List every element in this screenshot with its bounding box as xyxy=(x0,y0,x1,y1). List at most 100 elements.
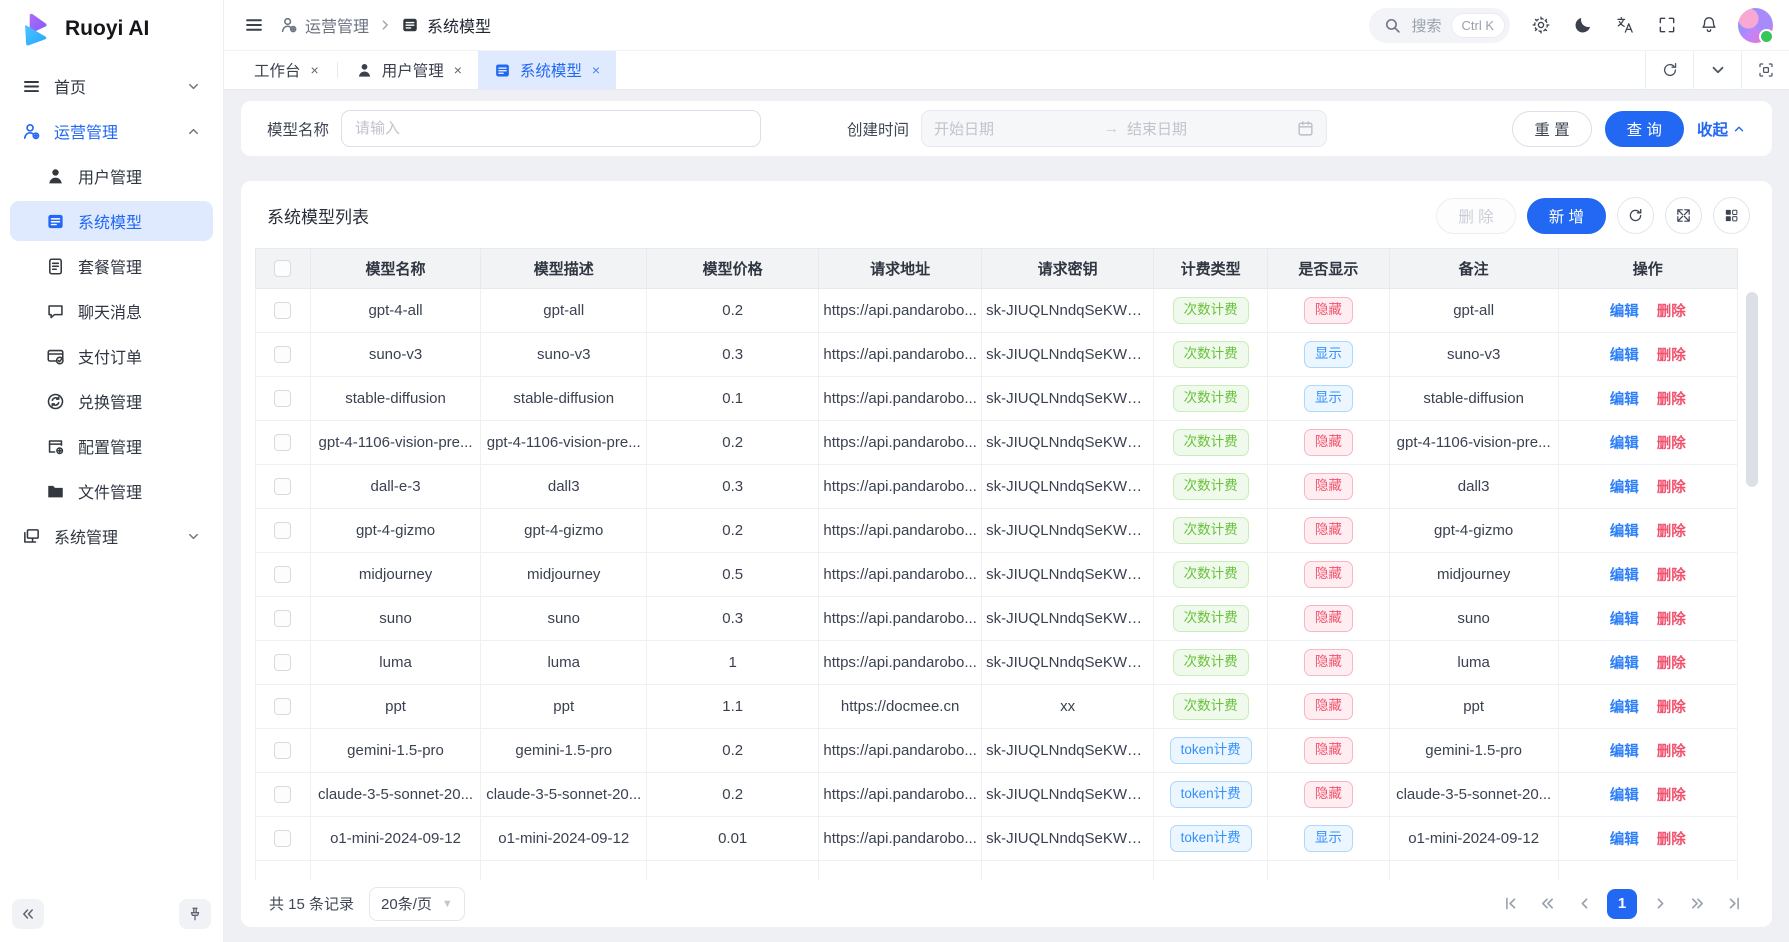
prev-page-button[interactable] xyxy=(1570,890,1598,918)
row-checkbox[interactable] xyxy=(274,786,291,803)
sidebar-item-system-manage[interactable]: 系统管理 xyxy=(10,516,213,556)
sidebar-item-user-manage[interactable]: 用户管理 xyxy=(10,156,213,196)
breadcrumb-current[interactable]: 系统模型 xyxy=(401,13,491,37)
delete-link[interactable]: 删除 xyxy=(1657,832,1686,848)
user-avatar[interactable] xyxy=(1738,8,1773,43)
sidebar-pin-button[interactable] xyxy=(179,899,211,929)
dark-mode-button[interactable] xyxy=(1564,6,1602,44)
edit-link[interactable]: 编辑 xyxy=(1610,744,1639,760)
sidebar-item-chat-message[interactable]: 聊天消息 xyxy=(10,291,213,331)
global-search[interactable]: 搜索 Ctrl K xyxy=(1369,8,1510,43)
edit-link[interactable]: 编辑 xyxy=(1610,700,1639,716)
first-page-button[interactable] xyxy=(1496,890,1524,918)
row-checkbox[interactable] xyxy=(274,830,291,847)
delete-link[interactable]: 删除 xyxy=(1657,568,1686,584)
delete-link[interactable]: 删除 xyxy=(1657,656,1686,672)
edit-link[interactable]: 编辑 xyxy=(1610,656,1639,672)
edit-link[interactable]: 编辑 xyxy=(1610,788,1639,804)
delete-link[interactable]: 删除 xyxy=(1657,304,1686,320)
refresh-page-button[interactable] xyxy=(1645,51,1693,89)
forward-pages-button[interactable] xyxy=(1683,890,1711,918)
collapse-filter-link[interactable]: 收起 xyxy=(1697,118,1746,140)
notifications-button[interactable] xyxy=(1690,6,1728,44)
page-size-select[interactable]: 20条/页 ▼ xyxy=(369,887,465,921)
content-fullscreen-button[interactable] xyxy=(1741,51,1789,89)
brand[interactable]: Ruoyi AI xyxy=(0,0,223,58)
current-page-button[interactable]: 1 xyxy=(1607,889,1637,919)
row-checkbox[interactable] xyxy=(274,654,291,671)
tab-user-manage[interactable]: 用户管理× xyxy=(340,51,478,89)
row-checkbox[interactable] xyxy=(274,742,291,759)
reset-button[interactable]: 重 置 xyxy=(1512,111,1591,147)
back-pages-button[interactable] xyxy=(1533,890,1561,918)
delete-link[interactable]: 删除 xyxy=(1657,524,1686,540)
model-name-input[interactable] xyxy=(341,110,761,147)
translate-icon xyxy=(1615,15,1635,35)
edit-link[interactable]: 编辑 xyxy=(1610,304,1639,320)
sidebar-item-operation-manage[interactable]: 运营管理 xyxy=(10,111,213,151)
add-button[interactable]: 新 增 xyxy=(1527,198,1606,234)
close-icon[interactable]: × xyxy=(311,62,319,78)
sidebar-item-home[interactable]: 首页 xyxy=(10,66,213,106)
edit-link[interactable]: 编辑 xyxy=(1610,348,1639,364)
breadcrumb-parent[interactable]: 运营管理 xyxy=(280,13,369,37)
row-checkbox[interactable] xyxy=(274,390,291,407)
date-range-picker[interactable]: 开始日期 → 结束日期 xyxy=(921,110,1327,147)
delete-link[interactable]: 删除 xyxy=(1657,700,1686,716)
row-checkbox[interactable] xyxy=(274,522,291,539)
edit-link[interactable]: 编辑 xyxy=(1610,832,1639,848)
row-checkbox[interactable] xyxy=(274,478,291,495)
expand-table-button[interactable] xyxy=(1665,197,1702,234)
row-checkbox[interactable] xyxy=(274,566,291,583)
delete-link[interactable]: 删除 xyxy=(1657,612,1686,628)
delete-link[interactable]: 删除 xyxy=(1657,744,1686,760)
sidebar-item-file-manage[interactable]: 文件管理 xyxy=(10,471,213,511)
row-checkbox[interactable] xyxy=(274,302,291,319)
edit-link[interactable]: 编辑 xyxy=(1610,524,1639,540)
sidebar-item-exchange-manage[interactable]: 兑换管理 xyxy=(10,381,213,421)
edit-link[interactable]: 编辑 xyxy=(1610,480,1639,496)
row-checkbox[interactable] xyxy=(274,698,291,715)
query-button[interactable]: 查 询 xyxy=(1605,111,1684,147)
menu-toggle-button[interactable] xyxy=(244,15,264,35)
tabbar: 工作台×用户管理×系统模型× xyxy=(224,50,1789,90)
edit-link[interactable]: 编辑 xyxy=(1610,436,1639,452)
fullscreen-button[interactable] xyxy=(1648,6,1686,44)
sidebar-collapse-button[interactable] xyxy=(12,899,44,929)
table-scrollbar[interactable] xyxy=(1746,292,1758,880)
sidebar-item-system-model[interactable]: 系统模型 xyxy=(10,201,213,241)
sidebar-item-config-manage[interactable]: 配置管理 xyxy=(10,426,213,466)
edit-link[interactable]: 编辑 xyxy=(1610,612,1639,628)
close-icon[interactable]: × xyxy=(454,62,462,78)
column-settings-button[interactable] xyxy=(1713,197,1750,234)
row-checkbox[interactable] xyxy=(274,346,291,363)
cell-billing-type: 次数计费 xyxy=(1154,289,1268,333)
edit-link[interactable]: 编辑 xyxy=(1610,568,1639,584)
row-checkbox[interactable] xyxy=(274,610,291,627)
sidebar-item-package-manage[interactable]: 套餐管理 xyxy=(10,246,213,286)
tab-workbench[interactable]: 工作台× xyxy=(238,51,335,89)
tab-system-model[interactable]: 系统模型× xyxy=(478,51,616,89)
delete-link[interactable]: 删除 xyxy=(1657,436,1686,452)
cell-request-key: sk-JIUQLNndqSeKWU... xyxy=(982,289,1154,333)
delete-link[interactable]: 删除 xyxy=(1657,788,1686,804)
settings-button[interactable] xyxy=(1522,6,1560,44)
last-page-button[interactable] xyxy=(1720,890,1748,918)
row-checkbox[interactable] xyxy=(274,434,291,451)
scrollbar-thumb[interactable] xyxy=(1746,292,1758,487)
next-page-button[interactable] xyxy=(1646,890,1674,918)
sidebar-item-payment-order[interactable]: 支付订单 xyxy=(10,336,213,376)
sidebar: Ruoyi AI 首页运营管理用户管理系统模型套餐管理聊天消息支付订单兑换管理配… xyxy=(0,0,224,942)
delete-link[interactable]: 删除 xyxy=(1657,392,1686,408)
close-icon[interactable]: × xyxy=(592,62,600,78)
tabs-menu-button[interactable] xyxy=(1693,51,1741,89)
edit-link[interactable]: 编辑 xyxy=(1610,392,1639,408)
delete-button[interactable]: 删 除 xyxy=(1436,198,1515,234)
language-button[interactable] xyxy=(1606,6,1644,44)
delete-link[interactable]: 删除 xyxy=(1657,480,1686,496)
refresh-table-button[interactable] xyxy=(1617,197,1654,234)
cell-visibility: 隐藏 xyxy=(1268,597,1390,641)
delete-link[interactable]: 删除 xyxy=(1657,348,1686,364)
cell-empty xyxy=(256,861,311,881)
select-all-checkbox[interactable] xyxy=(274,260,291,277)
